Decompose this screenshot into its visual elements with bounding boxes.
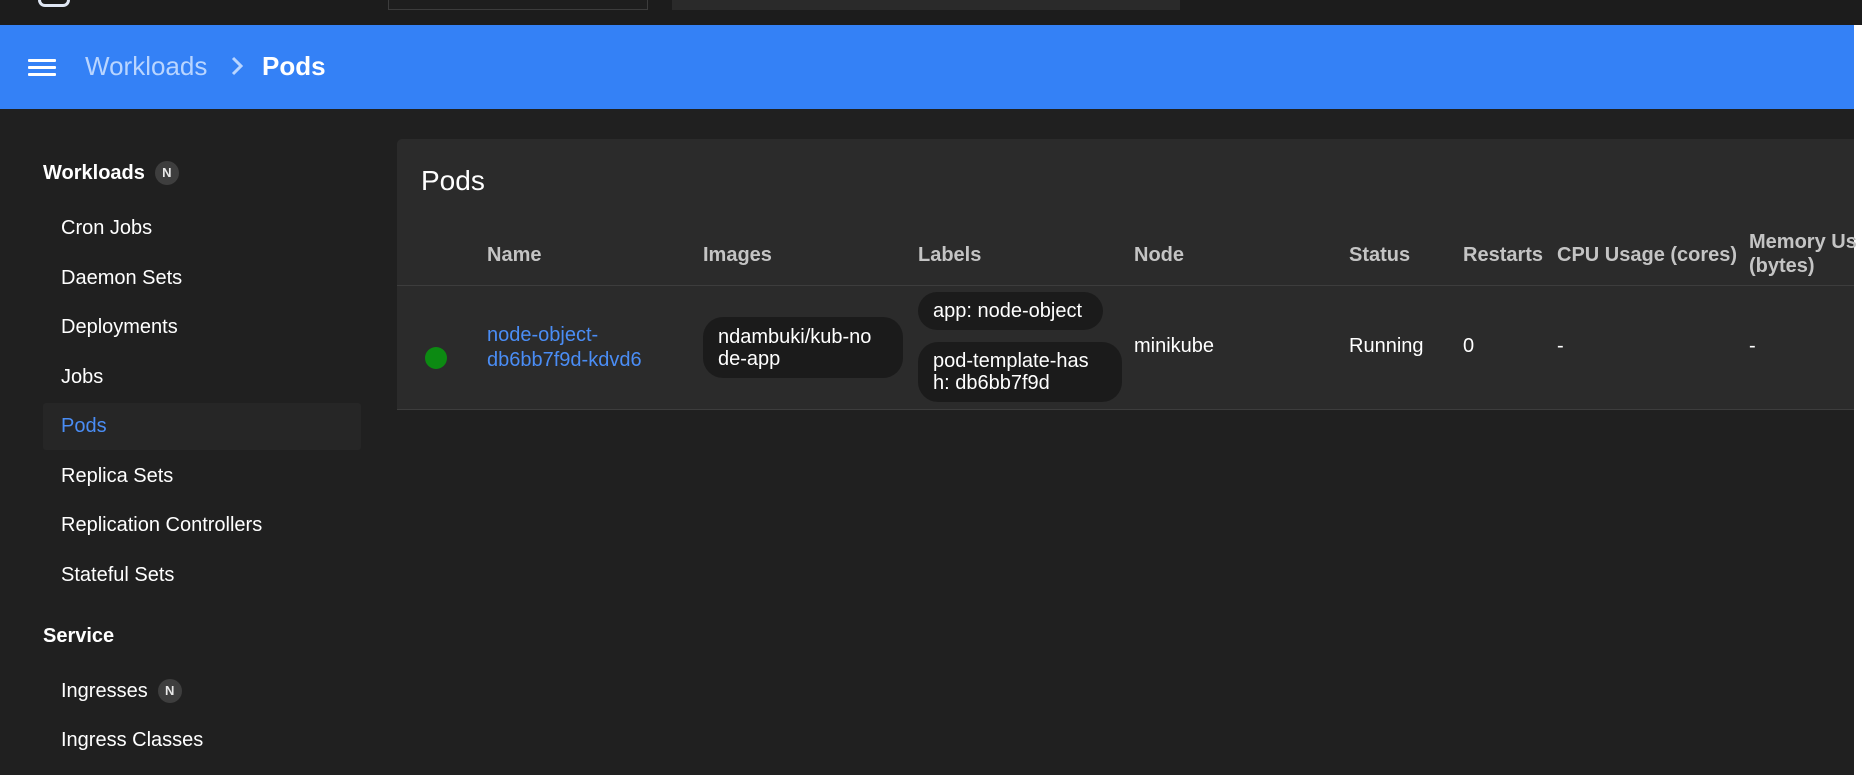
column-header-memory-line2: (bytes) [1749,255,1815,277]
sidebar-item-replica-sets[interactable]: Replica Sets [43,453,361,500]
breadcrumb-pods: Pods [262,51,326,81]
sidebar-item-deployments[interactable]: Deployments [43,304,361,351]
pod-name-link[interactable]: node-object- db6bb7f9d-kdvd6 [487,323,642,373]
column-header-cpu: CPU Usage (cores) [1557,244,1738,266]
sidebar-section-workloads[interactable]: Workloads N [43,161,179,185]
card-title: Pods [421,165,485,196]
cpu-cell: - [1557,335,1564,357]
sidebar-item-replication-controllers[interactable]: Replication Controllers [43,502,361,549]
pods-card: Pods Name Images Labels Node Status Rest… [397,139,1857,410]
status-running-icon [425,347,447,369]
image-chip: ndambuki/kub-no de-app [703,317,903,378]
sidebar-item-daemon-sets[interactable]: Daemon Sets [43,255,361,302]
sidebar-nav: Workloads N Cron Jobs Daemon Sets Deploym… [0,109,380,775]
chevron-right-icon [231,56,244,76]
sidebar-section-service[interactable]: Service [43,625,114,648]
restarts-cell: 0 [1463,335,1475,357]
sidebar-item-ingress-classes[interactable]: Ingress Classes [43,717,361,764]
namespace-selector[interactable] [388,0,648,10]
label-chip: app: node-object [918,292,1103,330]
sidebar-item-ingresses[interactable]: Ingresses N [43,668,361,715]
column-header-memory: Memory Us (bytes) [1749,230,1857,278]
pod-name-line1: node-object- [487,324,599,346]
search-input[interactable] [672,0,1180,10]
label-chip: pod-template-has h: db6bb7f9d [918,342,1122,402]
new-badge: N [157,679,182,703]
window-edge [1854,25,1862,775]
sidebar-section-label: Workloads [43,162,145,184]
image-chip-line1: ndambuki/kub-no [718,326,872,348]
sidebar-item-pods[interactable]: Pods [43,403,361,450]
sidebar-item-stateful-sets[interactable]: Stateful Sets [43,552,361,599]
image-chip-line2: de-app [718,348,781,370]
column-header-restarts[interactable]: Restarts [1463,243,1543,267]
label-chip-line1: pod-template-has [933,350,1089,372]
top-app-bar [0,0,1862,25]
hamburger-menu-icon[interactable] [24,53,62,83]
new-badge: N [154,161,179,185]
column-header-labels: Labels [918,244,982,266]
table-row[interactable]: node-object- db6bb7f9d-kdvd6 ndambuki/ku… [397,285,1854,410]
memory-cell: - [1749,335,1756,357]
pod-name-line2: db6bb7f9d-kdvd6 [487,349,642,371]
column-header-name[interactable]: Name [487,243,541,267]
column-header-status[interactable]: Status [1349,243,1410,267]
sidebar-item-label: Ingresses [61,680,148,702]
sidebar-item-jobs[interactable]: Jobs [43,354,361,401]
label-chip-line2: h: db6bb7f9d [933,372,1050,394]
page-header: Workloads Pods [0,25,1854,109]
column-header-node[interactable]: Node [1134,243,1184,267]
kubernetes-logo-icon [38,0,70,7]
status-cell: Running [1349,335,1424,357]
breadcrumb-workloads[interactable]: Workloads [85,51,207,82]
sidebar-item-cron-jobs[interactable]: Cron Jobs [43,205,361,252]
column-header-memory-line1: Memory Us [1749,231,1857,253]
node-cell: minikube [1134,335,1215,357]
column-header-images: Images [703,244,772,266]
